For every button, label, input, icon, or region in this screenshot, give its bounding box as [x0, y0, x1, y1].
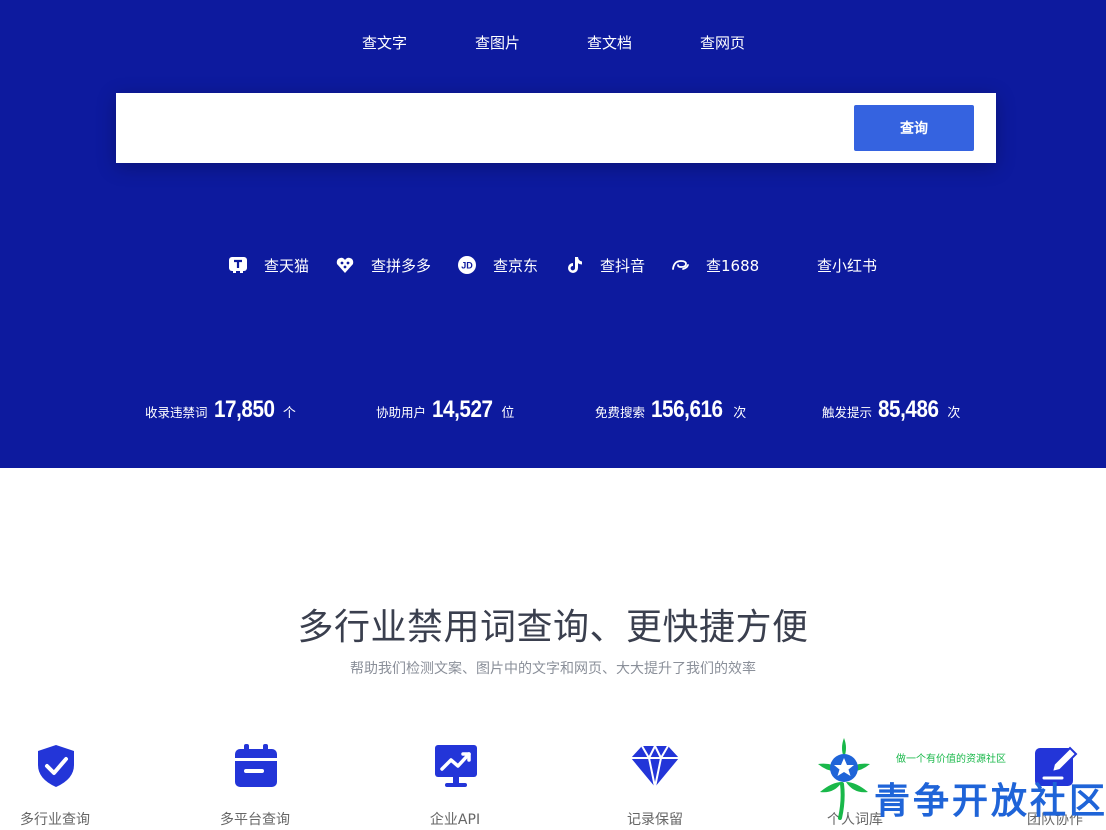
feature-label: 记录保留: [627, 812, 683, 828]
stat-unit: 次: [733, 406, 747, 421]
jd-icon: JD: [457, 255, 477, 275]
trend-monitor-icon: [432, 742, 480, 790]
svg-text:JD: JD: [461, 261, 473, 271]
calendar-icon: [232, 742, 280, 790]
pinduoduo-icon: [335, 255, 355, 275]
platform-label: 查抖音: [600, 256, 646, 275]
section-subtitle: 帮助我们检测文案、图片中的文字和网页、大大提升了我们的效率: [350, 661, 756, 677]
platform-item-pinduoduo[interactable]: 查拼多多: [335, 252, 431, 278]
douyin-icon: [564, 255, 584, 275]
feature-label: 多平台查询: [220, 812, 290, 828]
stat-value: 156,616: [651, 396, 723, 423]
platform-label: 查天猫: [264, 256, 310, 275]
stats-bar: 收录违禁词 17,850 个 协助用户 14,527 位 免费搜索 156,61…: [0, 396, 1106, 430]
stat-value: 85,486: [878, 396, 939, 423]
stat-label: 收录违禁词: [145, 405, 208, 420]
feature-team-collaboration[interactable]: 团队协作: [1000, 742, 1106, 830]
platform-item-xiaohongshu[interactable]: 查小红书: [781, 252, 877, 278]
feature-label: 企业API: [429, 812, 481, 828]
diamond-icon: [630, 742, 679, 790]
search-box: 查询: [116, 93, 996, 163]
search-button[interactable]: 查询: [854, 105, 974, 151]
tab-text[interactable]: 查文字: [362, 32, 407, 53]
hero-banner: 查文字 查图片 查文档 查网页 查询 查天猫 查拼多多 JD 查京东 查抖音 查…: [0, 0, 1106, 468]
platform-shortcuts: 查天猫 查拼多多 JD 查京东 查抖音 查1688 查小红书: [0, 252, 1106, 278]
tab-document[interactable]: 查文档: [587, 32, 632, 53]
stat-users-helped: 协助用户 14,527 位: [376, 396, 514, 430]
stat-free-searches: 免费搜索 156,616 次: [595, 396, 746, 430]
section-title: 多行业禁用词查询、更快捷方便: [297, 607, 809, 648]
platform-label: 查拼多多: [371, 256, 432, 275]
edit-icon: [1032, 742, 1080, 790]
search-input[interactable]: [130, 107, 850, 149]
tmall-icon: [228, 255, 248, 275]
star-badge-icon: [832, 742, 880, 790]
platform-item-1688[interactable]: 查1688: [670, 252, 759, 278]
stat-value: 14,527: [432, 396, 493, 423]
platform-label: 查小红书: [817, 256, 878, 275]
feature-enterprise-api[interactable]: 企业API: [400, 742, 510, 830]
stat-alerts-triggered: 触发提示 85,486 次: [822, 396, 960, 430]
stat-unit: 个: [282, 406, 296, 421]
feature-label: 团队协作: [1027, 812, 1083, 828]
stat-label: 免费搜索: [595, 405, 646, 420]
watermark-tagline: 做一个有价值的资源社区: [896, 754, 1006, 765]
shield-check-icon: [32, 742, 80, 790]
stat-label: 协助用户: [376, 405, 427, 420]
platform-item-douyin[interactable]: 查抖音: [564, 252, 645, 278]
feature-label: 多行业查询: [20, 812, 90, 828]
xiaohongshu-icon: [781, 255, 801, 275]
feature-multi-platform[interactable]: 多平台查询: [200, 742, 310, 830]
feature-personal-lexicon[interactable]: 个人词库: [800, 742, 910, 830]
stat-unit: 位: [501, 406, 515, 421]
feature-multi-industry[interactable]: 多行业查询: [0, 742, 110, 830]
platform-label: 查1688: [706, 256, 760, 275]
stat-label: 触发提示: [822, 405, 873, 420]
feature-label: 个人词库: [827, 812, 883, 828]
stat-forbidden-words: 收录违禁词 17,850 个: [145, 396, 296, 430]
platform-label: 查京东: [493, 256, 539, 275]
alibaba-1688-icon: [670, 255, 690, 275]
tab-webpage[interactable]: 查网页: [700, 32, 745, 53]
stat-unit: 次: [947, 406, 961, 421]
feature-record-keeping[interactable]: 记录保留: [600, 742, 710, 830]
stat-value: 17,850: [213, 396, 275, 423]
search-type-tabs: 查文字 查图片 查文档 查网页: [0, 32, 1106, 56]
platform-item-jd[interactable]: JD 查京东: [457, 252, 538, 278]
tab-image[interactable]: 查图片: [475, 32, 520, 53]
platform-item-tmall[interactable]: 查天猫: [228, 252, 309, 278]
